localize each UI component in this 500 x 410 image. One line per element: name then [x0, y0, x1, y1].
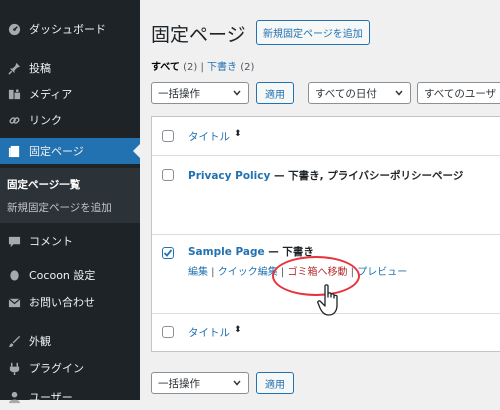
date-filter-value: すべての日付 — [315, 87, 377, 100]
quick-edit-link[interactable]: クイック編集 — [218, 267, 278, 278]
row-checkbox[interactable] — [162, 169, 174, 181]
select-all-checkbox[interactable] — [162, 130, 174, 142]
apply-button-bottom[interactable]: 適用 — [256, 372, 294, 394]
media-icon — [7, 87, 21, 101]
date-filter-select[interactable]: すべての日付 — [308, 82, 411, 104]
column-title-footer[interactable]: タイトル — [188, 325, 230, 340]
dashboard-icon — [7, 22, 21, 36]
filter-draft-count: (2) — [240, 62, 255, 73]
sidebar-item-contact[interactable]: お問い合わせ — [0, 289, 140, 315]
sidebar-item-appearance[interactable]: 外観 — [0, 328, 140, 354]
sidebar-item-label: 投稿 — [29, 62, 51, 75]
sidebar-item-label: ユーザー — [29, 391, 73, 404]
edit-link[interactable]: 編集 — [188, 267, 208, 278]
action-separator: | — [208, 267, 218, 278]
row-checkbox-checked[interactable] — [162, 247, 174, 259]
sidebar-item-label: お問い合わせ — [29, 296, 95, 309]
comment-icon — [7, 234, 21, 248]
link-icon — [7, 113, 21, 127]
pages-icon — [7, 144, 21, 158]
submenu-add-new-page[interactable]: 新規固定ページを追加 — [7, 200, 112, 215]
sidebar-item-label: 外観 — [29, 335, 51, 348]
trash-link[interactable]: ゴミ箱へ移動 — [287, 267, 347, 278]
table-row: Sample Page — 下書き 編集 | クイック編集 | ゴミ箱へ移動 |… — [152, 234, 500, 314]
sidebar-item-label: ダッシュボード — [29, 23, 106, 36]
users-icon — [7, 390, 21, 404]
sidebar-item-cocoon[interactable]: Cocoon 設定 — [0, 262, 140, 288]
column-title-header[interactable]: タイトル — [188, 129, 230, 144]
bulk-action-value: 一括操作 — [158, 87, 200, 100]
filter-all-count: (2) — [183, 62, 198, 73]
sidebar-item-label: リンク — [29, 114, 62, 127]
sidebar-item-comments[interactable]: コメント — [0, 228, 140, 254]
sidebar-item-media[interactable]: メディア — [0, 81, 140, 107]
action-separator: | — [277, 267, 288, 278]
post-title-link[interactable]: Sample Page — [188, 246, 265, 258]
apply-button[interactable]: 適用 — [256, 82, 294, 104]
sort-icon[interactable]: ⬍ — [234, 325, 242, 335]
table-row: Privacy Policy — 下書き, プライバシーポリシーページ — [152, 155, 500, 235]
user-filter-select[interactable]: すべてのユーザ — [417, 82, 500, 104]
bulk-action-select-bottom[interactable]: 一括操作 — [151, 372, 249, 394]
table-header-row: タイトル ⬍ — [152, 117, 500, 156]
filter-separator: | — [200, 62, 204, 73]
main-content: 固定ページ 新規固定ページを追加 すべて (2) | 下書き (2) 一括操作 … — [140, 0, 500, 400]
sidebar-item-dashboard[interactable]: ダッシュボード — [0, 16, 140, 42]
active-indicator — [133, 144, 140, 158]
post-title-link[interactable]: Privacy Policy — [188, 170, 270, 182]
table-footer-row: タイトル ⬍ — [152, 313, 500, 351]
status-filter-links: すべて (2) | 下書き (2) — [151, 58, 254, 73]
cocoon-icon — [7, 268, 21, 282]
chevron-down-icon — [395, 90, 403, 96]
bulk-action-select[interactable]: 一括操作 — [151, 82, 249, 104]
page-title: 固定ページ — [151, 24, 246, 46]
row-actions: 編集 | クイック編集 | ゴミ箱へ移動 | プレビュー — [188, 263, 407, 278]
pages-table: タイトル ⬍ Privacy Policy — 下書き, プライバシーポリシーペ… — [151, 116, 500, 352]
post-title: Sample Page — 下書き — [188, 244, 314, 259]
sidebar-item-posts[interactable]: 投稿 — [0, 55, 140, 81]
add-new-page-button[interactable]: 新規固定ページを追加 — [256, 20, 370, 45]
checkmark-icon — [163, 249, 173, 257]
sort-icon[interactable]: ⬍ — [234, 129, 242, 139]
user-filter-value: すべてのユーザ — [424, 87, 497, 100]
submenu-all-pages[interactable]: 固定ページ一覧 — [7, 177, 80, 192]
filter-draft[interactable]: 下書き — [207, 62, 237, 73]
sidebar-item-plugins[interactable]: プラグイン — [0, 355, 140, 381]
select-all-checkbox-footer[interactable] — [162, 326, 174, 338]
sidebar-item-label: コメント — [29, 235, 73, 248]
sidebar-item-users[interactable]: ユーザー — [0, 384, 140, 410]
admin-sidebar: ダッシュボード 投稿 メディア リンク 固定ページ 固定ページ一覧 新規固定ペー… — [0, 0, 140, 404]
pin-icon — [7, 61, 21, 75]
plugin-icon — [7, 361, 21, 375]
sidebar-item-label: 固定ページ — [29, 145, 84, 158]
sidebar-item-pages[interactable]: 固定ページ — [0, 138, 140, 164]
sidebar-item-label: Cocoon 設定 — [29, 269, 96, 282]
post-state: — 下書き — [264, 246, 314, 258]
action-separator: | — [347, 267, 358, 278]
filter-all[interactable]: すべて — [151, 62, 180, 73]
sidebar-item-label: メディア — [29, 88, 73, 101]
appearance-icon — [7, 334, 21, 348]
post-state: — 下書き, プライバシーポリシーページ — [270, 170, 464, 182]
post-title: Privacy Policy — 下書き, プライバシーポリシーページ — [188, 168, 463, 183]
bulk-action-value: 一括操作 — [158, 377, 200, 390]
mail-icon — [7, 295, 21, 309]
sidebar-item-links[interactable]: リンク — [0, 107, 140, 133]
sidebar-item-label: プラグイン — [29, 362, 84, 375]
chevron-down-icon — [233, 90, 241, 96]
preview-link[interactable]: プレビュー — [357, 267, 407, 278]
chevron-down-icon — [233, 380, 241, 386]
